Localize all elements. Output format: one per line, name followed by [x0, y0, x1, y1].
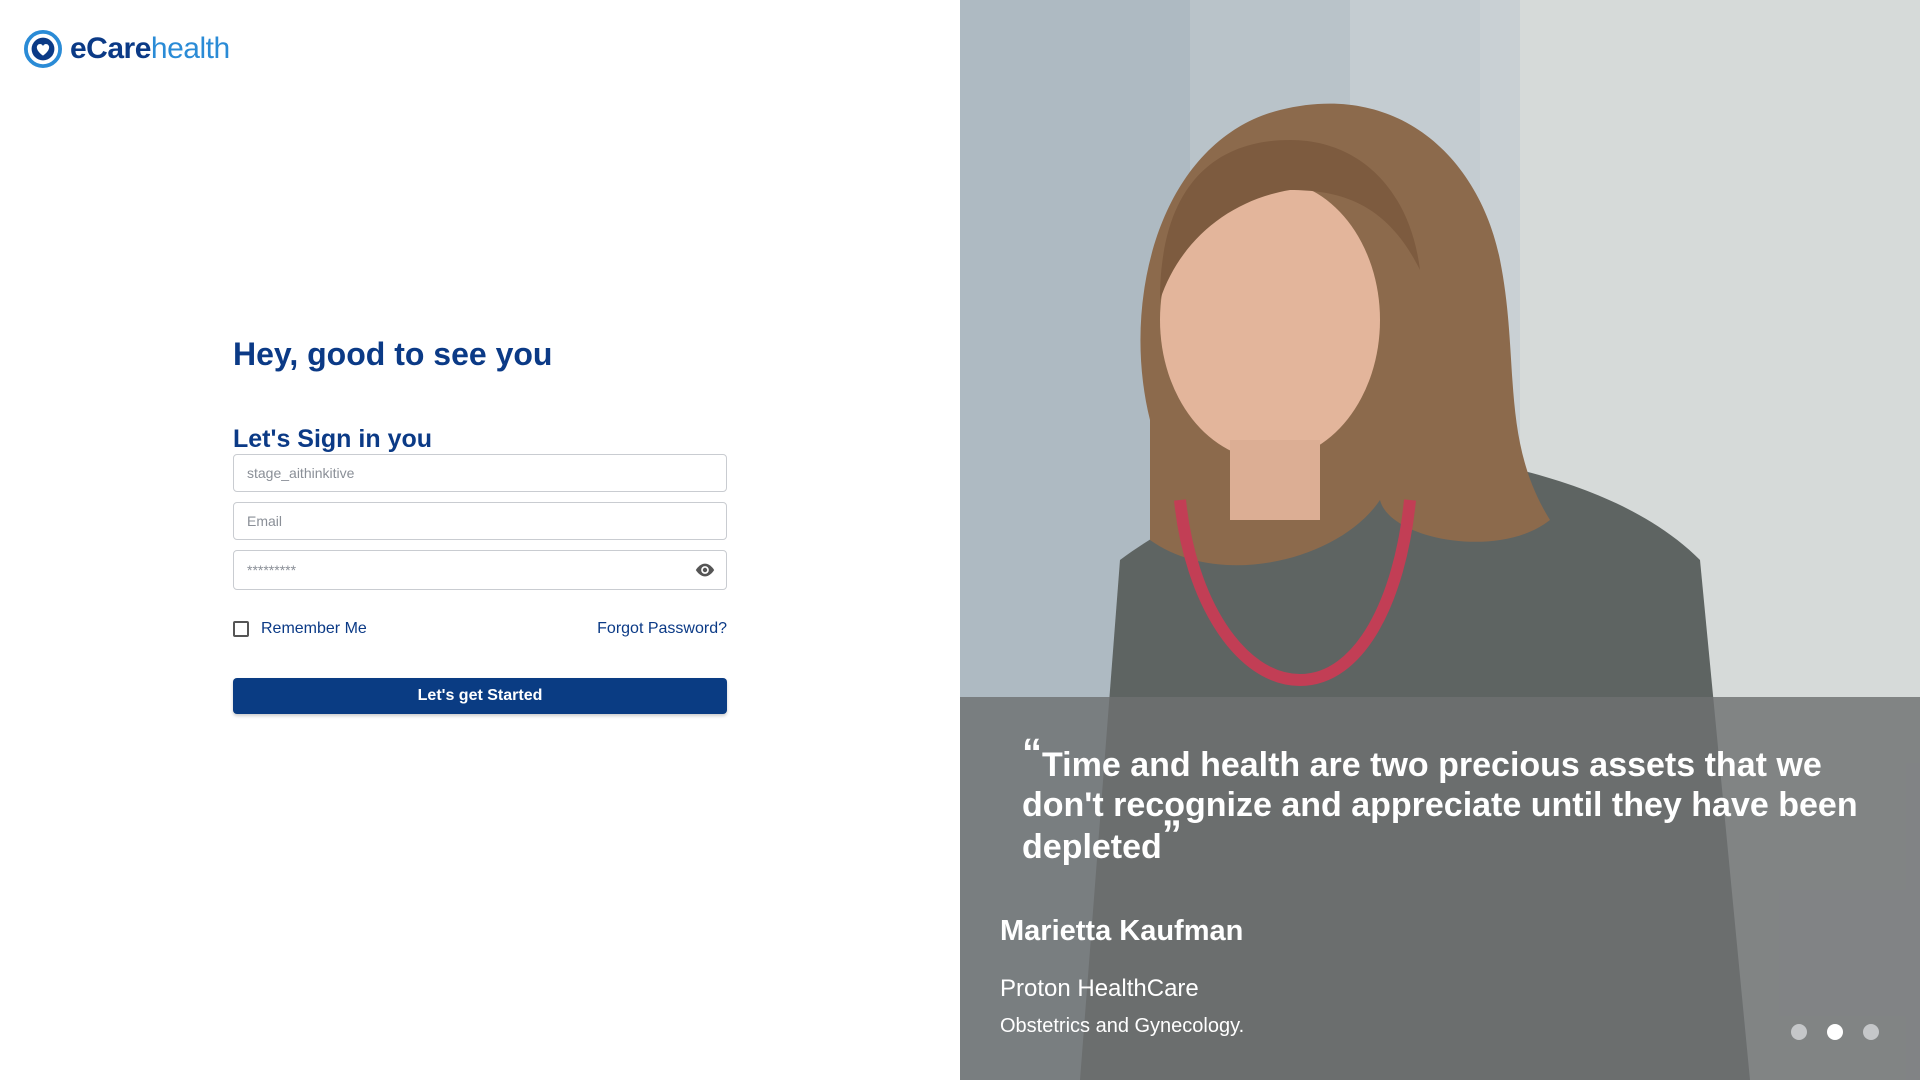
open-quote-mark: “ [1022, 731, 1042, 775]
brand-name-bold: eCare [70, 32, 151, 65]
email-field[interactable] [233, 502, 727, 540]
password-field[interactable] [233, 550, 727, 590]
get-started-button[interactable]: Let's get Started [233, 678, 727, 714]
author-name: Marietta Kaufman [1000, 915, 1244, 947]
remember-me-label: Remember Me [261, 620, 367, 637]
author-organization: Proton HealthCare [1000, 975, 1199, 1002]
carousel-dots [1791, 1024, 1879, 1040]
testimonial-card: “Time and health are two precious assets… [960, 697, 1920, 1080]
email-input[interactable] [234, 503, 726, 539]
heart-logo-icon [24, 30, 62, 68]
eye-icon[interactable] [694, 561, 716, 579]
brand-name-light: health [150, 32, 230, 65]
carousel-dot-3[interactable] [1863, 1024, 1879, 1040]
testimonial-panel: “Time and health are two precious assets… [960, 0, 1920, 1080]
quote-text: Time and health are two precious assets … [1022, 746, 1858, 866]
brand-name: eCarehealth [70, 32, 230, 66]
brand-logo[interactable]: eCarehealth [24, 30, 230, 68]
carousel-dot-1[interactable] [1791, 1024, 1807, 1040]
password-input[interactable] [234, 551, 726, 589]
carousel-dot-2[interactable] [1827, 1024, 1843, 1040]
form-options: Remember Me Forgot Password? [233, 620, 727, 638]
signin-form: Hey, good to see you Let's Sign in you R… [233, 336, 727, 714]
tenant-input[interactable] [234, 455, 726, 491]
remember-me-checkbox[interactable] [233, 621, 249, 637]
signin-subtitle: Let's Sign in you [233, 425, 433, 453]
author-specialty: Obstetrics and Gynecology. [1000, 1015, 1245, 1037]
login-panel: eCarehealth Hey, good to see you Let's S… [0, 0, 960, 1080]
testimonial-quote: “Time and health are two precious assets… [1022, 733, 1882, 867]
close-quote-mark: ” [1161, 813, 1182, 857]
tenant-field[interactable] [233, 454, 727, 492]
forgot-password-link[interactable]: Forgot Password? [597, 620, 727, 638]
page-title: Hey, good to see you [233, 336, 553, 372]
remember-me-toggle[interactable]: Remember Me [233, 620, 367, 638]
